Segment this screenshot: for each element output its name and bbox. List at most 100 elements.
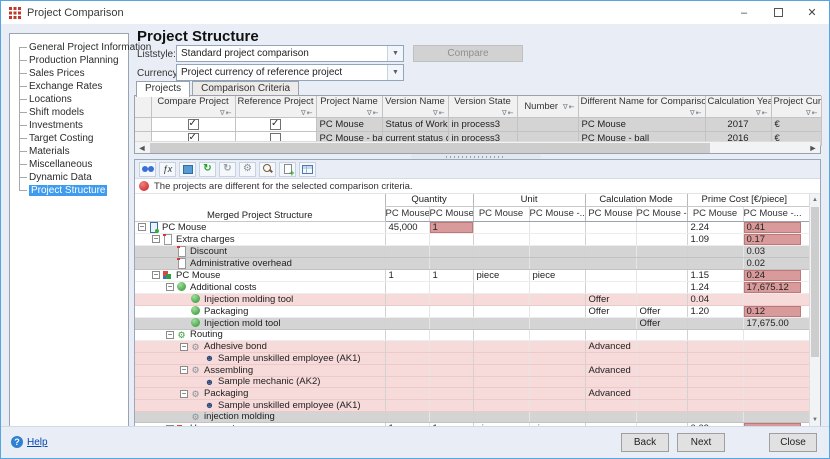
compare-button[interactable]: Compare (413, 45, 523, 62)
column-header[interactable]: Version State∇⇤ (448, 96, 517, 118)
close-window-button[interactable]: ✕ (795, 1, 829, 24)
column-header[interactable]: Version Name∇⇤ (382, 96, 448, 118)
column-header[interactable]: Reference Project∇⇤ (235, 96, 316, 118)
expand-toggle[interactable]: − (152, 235, 160, 243)
scroll-down-icon[interactable]: ▼ (810, 414, 820, 426)
vertical-scrollbar[interactable]: ▲ ▼ (809, 194, 820, 426)
refresh-disabled-button[interactable]: ↻ (219, 162, 236, 177)
subcolumn-header[interactable]: PC Mouse (473, 206, 529, 221)
expand-toggle[interactable]: − (166, 331, 174, 339)
tree-row[interactable]: ☻Sample unskilled employee (AK1) (135, 353, 809, 365)
horizontal-scrollbar[interactable]: ◄ ► (135, 141, 820, 153)
tree-row[interactable]: ☻Sample mechanic (AK2) (135, 376, 809, 388)
tree-row[interactable]: −⚙AssemblingAdvanced (135, 364, 809, 376)
tab-projects[interactable]: Projects (136, 81, 190, 97)
liststyle-select[interactable]: Standard project comparison ▼ (176, 45, 404, 62)
row-selector[interactable] (135, 118, 151, 132)
tree-row[interactable]: −⚙PackagingAdvanced (135, 388, 809, 400)
tree-row[interactable]: ☻Sample unskilled employee (AK1) (135, 400, 809, 412)
sidebar-item-materials[interactable]: Materials (14, 145, 126, 158)
gear-button[interactable]: ⚙ (239, 162, 256, 177)
tree-row[interactable]: −⚙Adhesive bondAdvanced (135, 341, 809, 353)
tree-row[interactable]: −PC Mouse11piecepiece1.150.24 (135, 269, 809, 281)
minimize-button[interactable]: – (727, 1, 761, 24)
subcolumn-header[interactable]: PC Mouse -... (636, 206, 687, 221)
zoom-button[interactable] (259, 162, 276, 177)
scroll-right-icon[interactable]: ► (806, 142, 820, 154)
sidebar-item-general-project-information[interactable]: General Project Information (14, 41, 126, 54)
subcolumn-header[interactable]: PC Mouse -... (529, 206, 585, 221)
scroll-up-icon[interactable]: ▲ (810, 194, 820, 206)
sidebar-item-target-costing[interactable]: Target Costing (14, 132, 126, 145)
tab-comparison-criteria[interactable]: Comparison Criteria (192, 81, 299, 96)
tree-row[interactable]: Injection mold toolOffer17,675.00 (135, 317, 809, 329)
formula-button[interactable]: ƒx (159, 162, 176, 177)
subcolumn-header[interactable]: PC Mouse -... (743, 206, 801, 221)
expand-toggle[interactable]: − (152, 271, 160, 279)
tree-row[interactable]: PackagingOfferOffer1.200.12 (135, 305, 809, 317)
currency-select[interactable]: Project currency of reference project ▼ (176, 64, 404, 81)
filter-pin-icons[interactable]: ∇⇤ (690, 109, 703, 117)
value-cell (687, 388, 743, 400)
expand-toggle[interactable]: − (166, 283, 174, 291)
filter-pin-icons[interactable]: ∇⇤ (220, 109, 233, 117)
filter-pin-icons[interactable]: ∇⇤ (756, 109, 769, 117)
filter-pin-icons[interactable]: ∇⇤ (433, 109, 446, 117)
structure-column-header[interactable]: Merged Project Structure (135, 194, 385, 221)
scroll-thumb[interactable] (811, 207, 819, 357)
filter-pin-icons[interactable]: ∇⇤ (301, 109, 314, 117)
add-report-button[interactable] (279, 162, 296, 177)
tree-row[interactable]: −Additional costs1.2417,675.12 (135, 281, 809, 293)
sidebar-item-project-structure[interactable]: Project Structure (14, 184, 126, 197)
scroll-left-icon[interactable]: ◄ (135, 142, 149, 154)
sidebar-item-dynamic-data[interactable]: Dynamic Data (14, 171, 126, 184)
subcolumn-header[interactable]: PC Mouse (385, 206, 429, 221)
column-header[interactable]: Compare Project∇⇤ (151, 96, 235, 118)
expand-toggle[interactable]: − (180, 343, 188, 351)
expand-toggle[interactable]: − (180, 366, 188, 374)
tree-row[interactable]: ⚙injection molding (135, 411, 809, 423)
filter-pin-icons[interactable]: ∇⇤ (367, 109, 380, 117)
column-header[interactable]: Project Curre∇⇤ (771, 96, 821, 118)
tree-row[interactable]: Administrative overhead0.02 (135, 257, 809, 269)
scroll-thumb[interactable] (150, 143, 710, 153)
binoculars-button[interactable] (139, 162, 156, 177)
refresh-button[interactable]: ↻ (199, 162, 216, 177)
tree-row[interactable]: −Extra charges1.090.17 (135, 233, 809, 245)
panel-button[interactable] (179, 162, 196, 177)
reference-checkbox[interactable] (270, 119, 281, 130)
column-header[interactable]: Number∇⇤ (517, 96, 578, 118)
sidebar-item-locations[interactable]: Locations (14, 93, 126, 106)
next-button[interactable]: Next (677, 433, 725, 452)
sidebar-item-sales-prices[interactable]: Sales Prices (14, 67, 126, 80)
tree-row[interactable]: −PC Mouse45,00012.240.41 (135, 221, 809, 233)
column-header[interactable]: Calculation Year∇⇤ (705, 96, 771, 118)
filter-pin-icons[interactable]: ∇⇤ (806, 109, 819, 117)
filler-cell (801, 388, 809, 400)
sidebar-item-investments[interactable]: Investments (14, 119, 126, 132)
help-link[interactable]: Help (27, 437, 48, 448)
tree-row[interactable]: Injection molding toolOffer0.04 (135, 293, 809, 305)
subcolumn-header[interactable]: PC Mouse -... (429, 206, 473, 221)
sidebar-item-shift-models[interactable]: Shift models (14, 106, 126, 119)
sidebar-item-production-planning[interactable]: Production Planning (14, 54, 126, 67)
compare-checkbox[interactable] (188, 119, 199, 130)
close-button[interactable]: Close (769, 433, 817, 452)
filter-pin-icons[interactable]: ∇⇤ (502, 109, 515, 117)
column-header[interactable]: Different Name for Comparison∇⇤ (578, 96, 705, 118)
subcolumn-header[interactable]: PC Mouse (585, 206, 636, 221)
column-header[interactable]: Project Name∇⇤ (316, 96, 382, 118)
table-button[interactable] (299, 162, 316, 177)
sidebar-item-exchange-rates[interactable]: Exchange Rates (14, 80, 126, 93)
project-row[interactable]: PC MouseStatus of Workin process3PC Mous… (135, 118, 821, 132)
sidebar-item-miscellaneous[interactable]: Miscellaneous (14, 158, 126, 171)
tree-row[interactable]: −⚙Routing (135, 329, 809, 341)
value-cell (636, 353, 687, 365)
filter-pin-icons[interactable]: ∇⇤ (563, 103, 576, 111)
expand-toggle[interactable]: − (180, 390, 188, 398)
expand-toggle[interactable]: − (138, 223, 146, 231)
back-button[interactable]: Back (621, 433, 669, 452)
tree-row[interactable]: Discount0.03 (135, 245, 809, 257)
subcolumn-header[interactable]: PC Mouse (687, 206, 743, 221)
maximize-button[interactable] (761, 1, 795, 24)
